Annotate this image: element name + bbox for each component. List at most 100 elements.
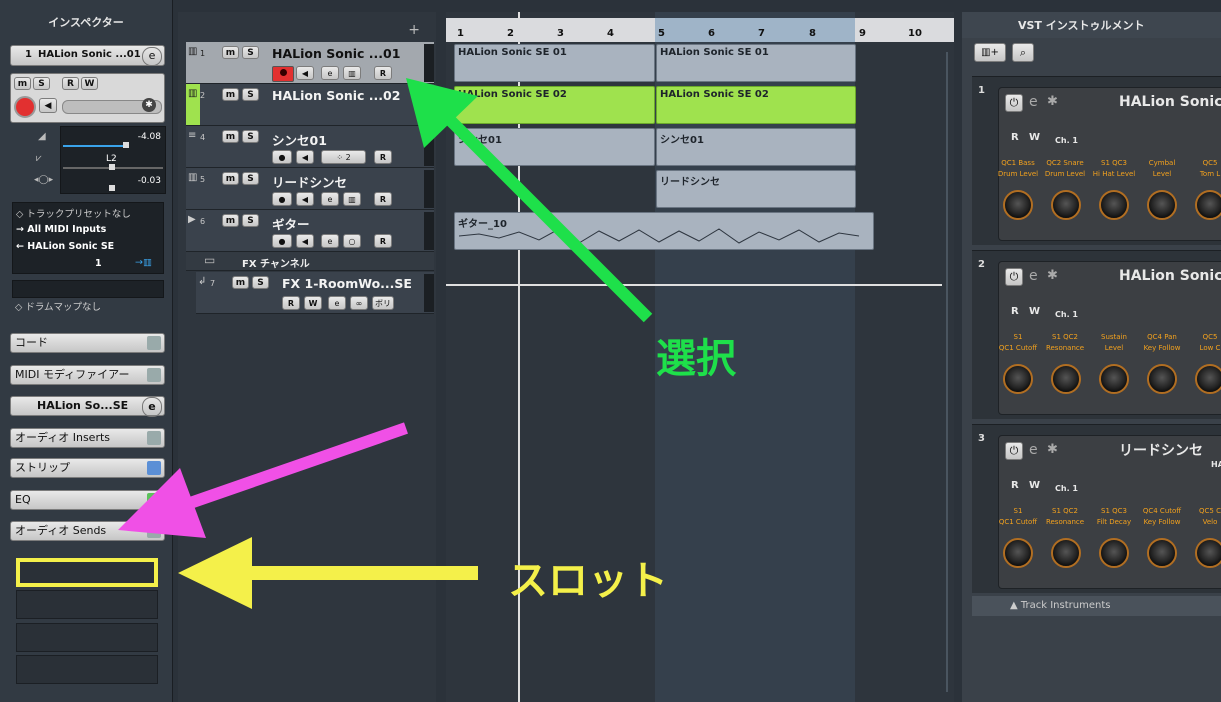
edit-instrument-icon[interactable]: e	[1029, 94, 1038, 110]
edit-instrument-icon[interactable]: e	[142, 397, 162, 417]
instrument-slot-3[interactable]: 3 ⏻ e ✱ リードシンセ HA R W Ch. 1 S1 QC1 Cutof…	[972, 424, 1221, 593]
quick-control-knob[interactable]	[1147, 190, 1177, 220]
section-chord[interactable]: コード	[10, 333, 165, 353]
transpose-handle[interactable]	[109, 185, 115, 191]
drum-map-row[interactable]: ◇ ドラムマップなし	[15, 299, 101, 313]
track-name[interactable]: リードシンセ	[272, 172, 347, 191]
edit-instrument-icon[interactable]: e	[1029, 268, 1038, 284]
edit-fx-icon[interactable]: e	[328, 296, 346, 310]
mute-button[interactable]: m	[14, 77, 31, 90]
monitor-icon[interactable]: ◀	[296, 234, 314, 248]
power-icon[interactable]: ⏻	[1005, 268, 1023, 286]
monitor-icon[interactable]: ◀	[296, 150, 314, 164]
edit-instrument-icon[interactable]: e	[321, 66, 339, 80]
solo-button[interactable]: S	[33, 77, 50, 90]
record-enable-button[interactable]: ●	[272, 192, 292, 206]
track-row-2[interactable]: ▥ 2 m S HALion Sonic ...02	[186, 84, 434, 126]
write-automation-button[interactable]: W	[81, 77, 98, 90]
keyboard-icon[interactable]: ▥	[343, 192, 361, 206]
read-automation-button[interactable]: R	[374, 234, 392, 248]
track-name[interactable]: HALion Sonic ...01	[272, 46, 400, 61]
quick-control-knob[interactable]	[1099, 190, 1129, 220]
output-row[interactable]: ← HALion Sonic SE	[16, 241, 114, 252]
pan-handle[interactable]	[109, 164, 115, 170]
edit-instrument-output-icon[interactable]: →▥	[135, 257, 152, 268]
read-automation-button[interactable]: R	[374, 150, 392, 164]
read-automation-button[interactable]: R	[374, 66, 392, 80]
settings-gear-icon[interactable]: ✱	[142, 98, 156, 112]
send-slot-1[interactable]	[16, 558, 158, 587]
write-automation-button[interactable]: W	[304, 296, 322, 310]
settings-gear-icon[interactable]: ✱	[1047, 94, 1058, 109]
read-icon[interactable]: R	[1011, 480, 1019, 491]
quick-control-knob[interactable]	[1051, 364, 1081, 394]
edit-audio-icon[interactable]: e	[321, 234, 339, 248]
settings-gear-icon[interactable]: ✱	[1047, 442, 1058, 457]
vertical-scrollbar[interactable]	[946, 52, 948, 692]
read-icon[interactable]: R	[1011, 132, 1019, 143]
quick-control-knob[interactable]	[1195, 538, 1221, 568]
settings-gear-icon[interactable]: ✱	[1047, 268, 1058, 283]
search-icon[interactable]: ⌕	[1012, 43, 1034, 62]
section-instrument[interactable]: HALion So...SE e	[10, 396, 165, 417]
monitor-icon[interactable]: ◀	[296, 192, 314, 206]
mute-button[interactable]: m	[222, 214, 239, 227]
edit-instrument-icon[interactable]: e	[321, 192, 339, 206]
quick-control-knob[interactable]	[1099, 364, 1129, 394]
instrument-slot-2[interactable]: 2 ⏻ e ✱ HALion Sonic R W Ch. 1 S1 QC1 Cu…	[972, 250, 1221, 419]
track-row-6[interactable]: ▶ 6 m S ギター ● ◀ e ○ R	[186, 210, 434, 252]
solo-button[interactable]: S	[242, 88, 259, 101]
quick-control-knob[interactable]	[1147, 364, 1177, 394]
record-enable-button[interactable]	[14, 96, 36, 118]
section-audio-inserts[interactable]: オーディオ Inserts	[10, 428, 165, 448]
track-row-5[interactable]: ▥ 5 m S リードシンセ ● ◀ e ▥ R	[186, 168, 434, 210]
mute-button[interactable]: m	[222, 88, 239, 101]
volume-handle[interactable]	[123, 142, 129, 148]
send-slot-2[interactable]	[16, 590, 158, 619]
quick-control-knob[interactable]	[1003, 364, 1033, 394]
track-row-7[interactable]: ↲ 7 m S FX 1-RoomWo...SE R W e ∞ ボリ	[196, 272, 434, 314]
track-instruments-footer[interactable]: ▲ Track Instruments	[972, 596, 1221, 616]
section-audio-sends[interactable]: オーディオ Sends	[10, 521, 165, 541]
monitor-icon[interactable]: ◀	[39, 98, 57, 113]
locator-range[interactable]	[655, 18, 855, 42]
track-row-4[interactable]: ≡ 4 m S シンセ01 ● ◀ ⁘ 2 R	[186, 126, 434, 168]
read-automation-button[interactable]: R	[62, 77, 79, 90]
quick-control-knob[interactable]	[1051, 190, 1081, 220]
midi-part[interactable]: シンセ01	[454, 128, 655, 166]
mute-button[interactable]: m	[222, 172, 239, 185]
add-track-icon[interactable]: +	[408, 22, 420, 38]
audio-event[interactable]: ギター_10	[454, 212, 874, 250]
quick-control-knob[interactable]	[1051, 538, 1081, 568]
volume-automation-field[interactable]: ボリ	[372, 296, 394, 310]
track-preset-row[interactable]: ◇ トラックプリセットなし	[16, 206, 131, 220]
solo-button[interactable]: S	[242, 214, 259, 227]
mute-button[interactable]: m	[232, 276, 249, 289]
quick-control-knob[interactable]	[1003, 538, 1033, 568]
midi-channel-value[interactable]: 1	[95, 258, 102, 269]
solo-button[interactable]: S	[242, 46, 259, 59]
quick-control-knob[interactable]	[1003, 190, 1033, 220]
midi-part[interactable]: シンセ01	[656, 128, 856, 166]
midi-channel-field[interactable]: ⁘ 2	[321, 150, 366, 164]
record-enable-button[interactable]: ●	[272, 150, 292, 164]
quick-control-knob[interactable]	[1195, 364, 1221, 394]
quick-control-knob[interactable]	[1195, 190, 1221, 220]
track-name[interactable]: FX 1-RoomWo...SE	[282, 276, 412, 291]
keyboard-icon[interactable]: ▥	[343, 66, 361, 80]
track-row-1[interactable]: ▥ 1 m S HALion Sonic ...01 ◀ e ▥ R	[186, 42, 434, 84]
read-automation-button[interactable]: R	[374, 192, 392, 206]
midi-part[interactable]: HALion Sonic SE 01	[454, 44, 655, 82]
midi-part[interactable]: HALion Sonic SE 02	[656, 86, 856, 124]
power-icon[interactable]: ⏻	[1005, 442, 1023, 460]
quick-control-knob[interactable]	[1147, 538, 1177, 568]
monitor-icon[interactable]: ◀	[296, 66, 314, 80]
add-instrument-button[interactable]: ▥+	[974, 43, 1006, 62]
write-icon[interactable]: W	[1029, 480, 1040, 491]
section-strip[interactable]: ストリップ	[10, 458, 165, 478]
send-slot-4[interactable]	[16, 655, 158, 684]
midi-part[interactable]: HALion Sonic SE 02	[454, 86, 655, 124]
track-name[interactable]: シンセ01	[272, 130, 327, 149]
track-name[interactable]: ギター	[272, 214, 310, 233]
solo-button[interactable]: S	[242, 172, 259, 185]
